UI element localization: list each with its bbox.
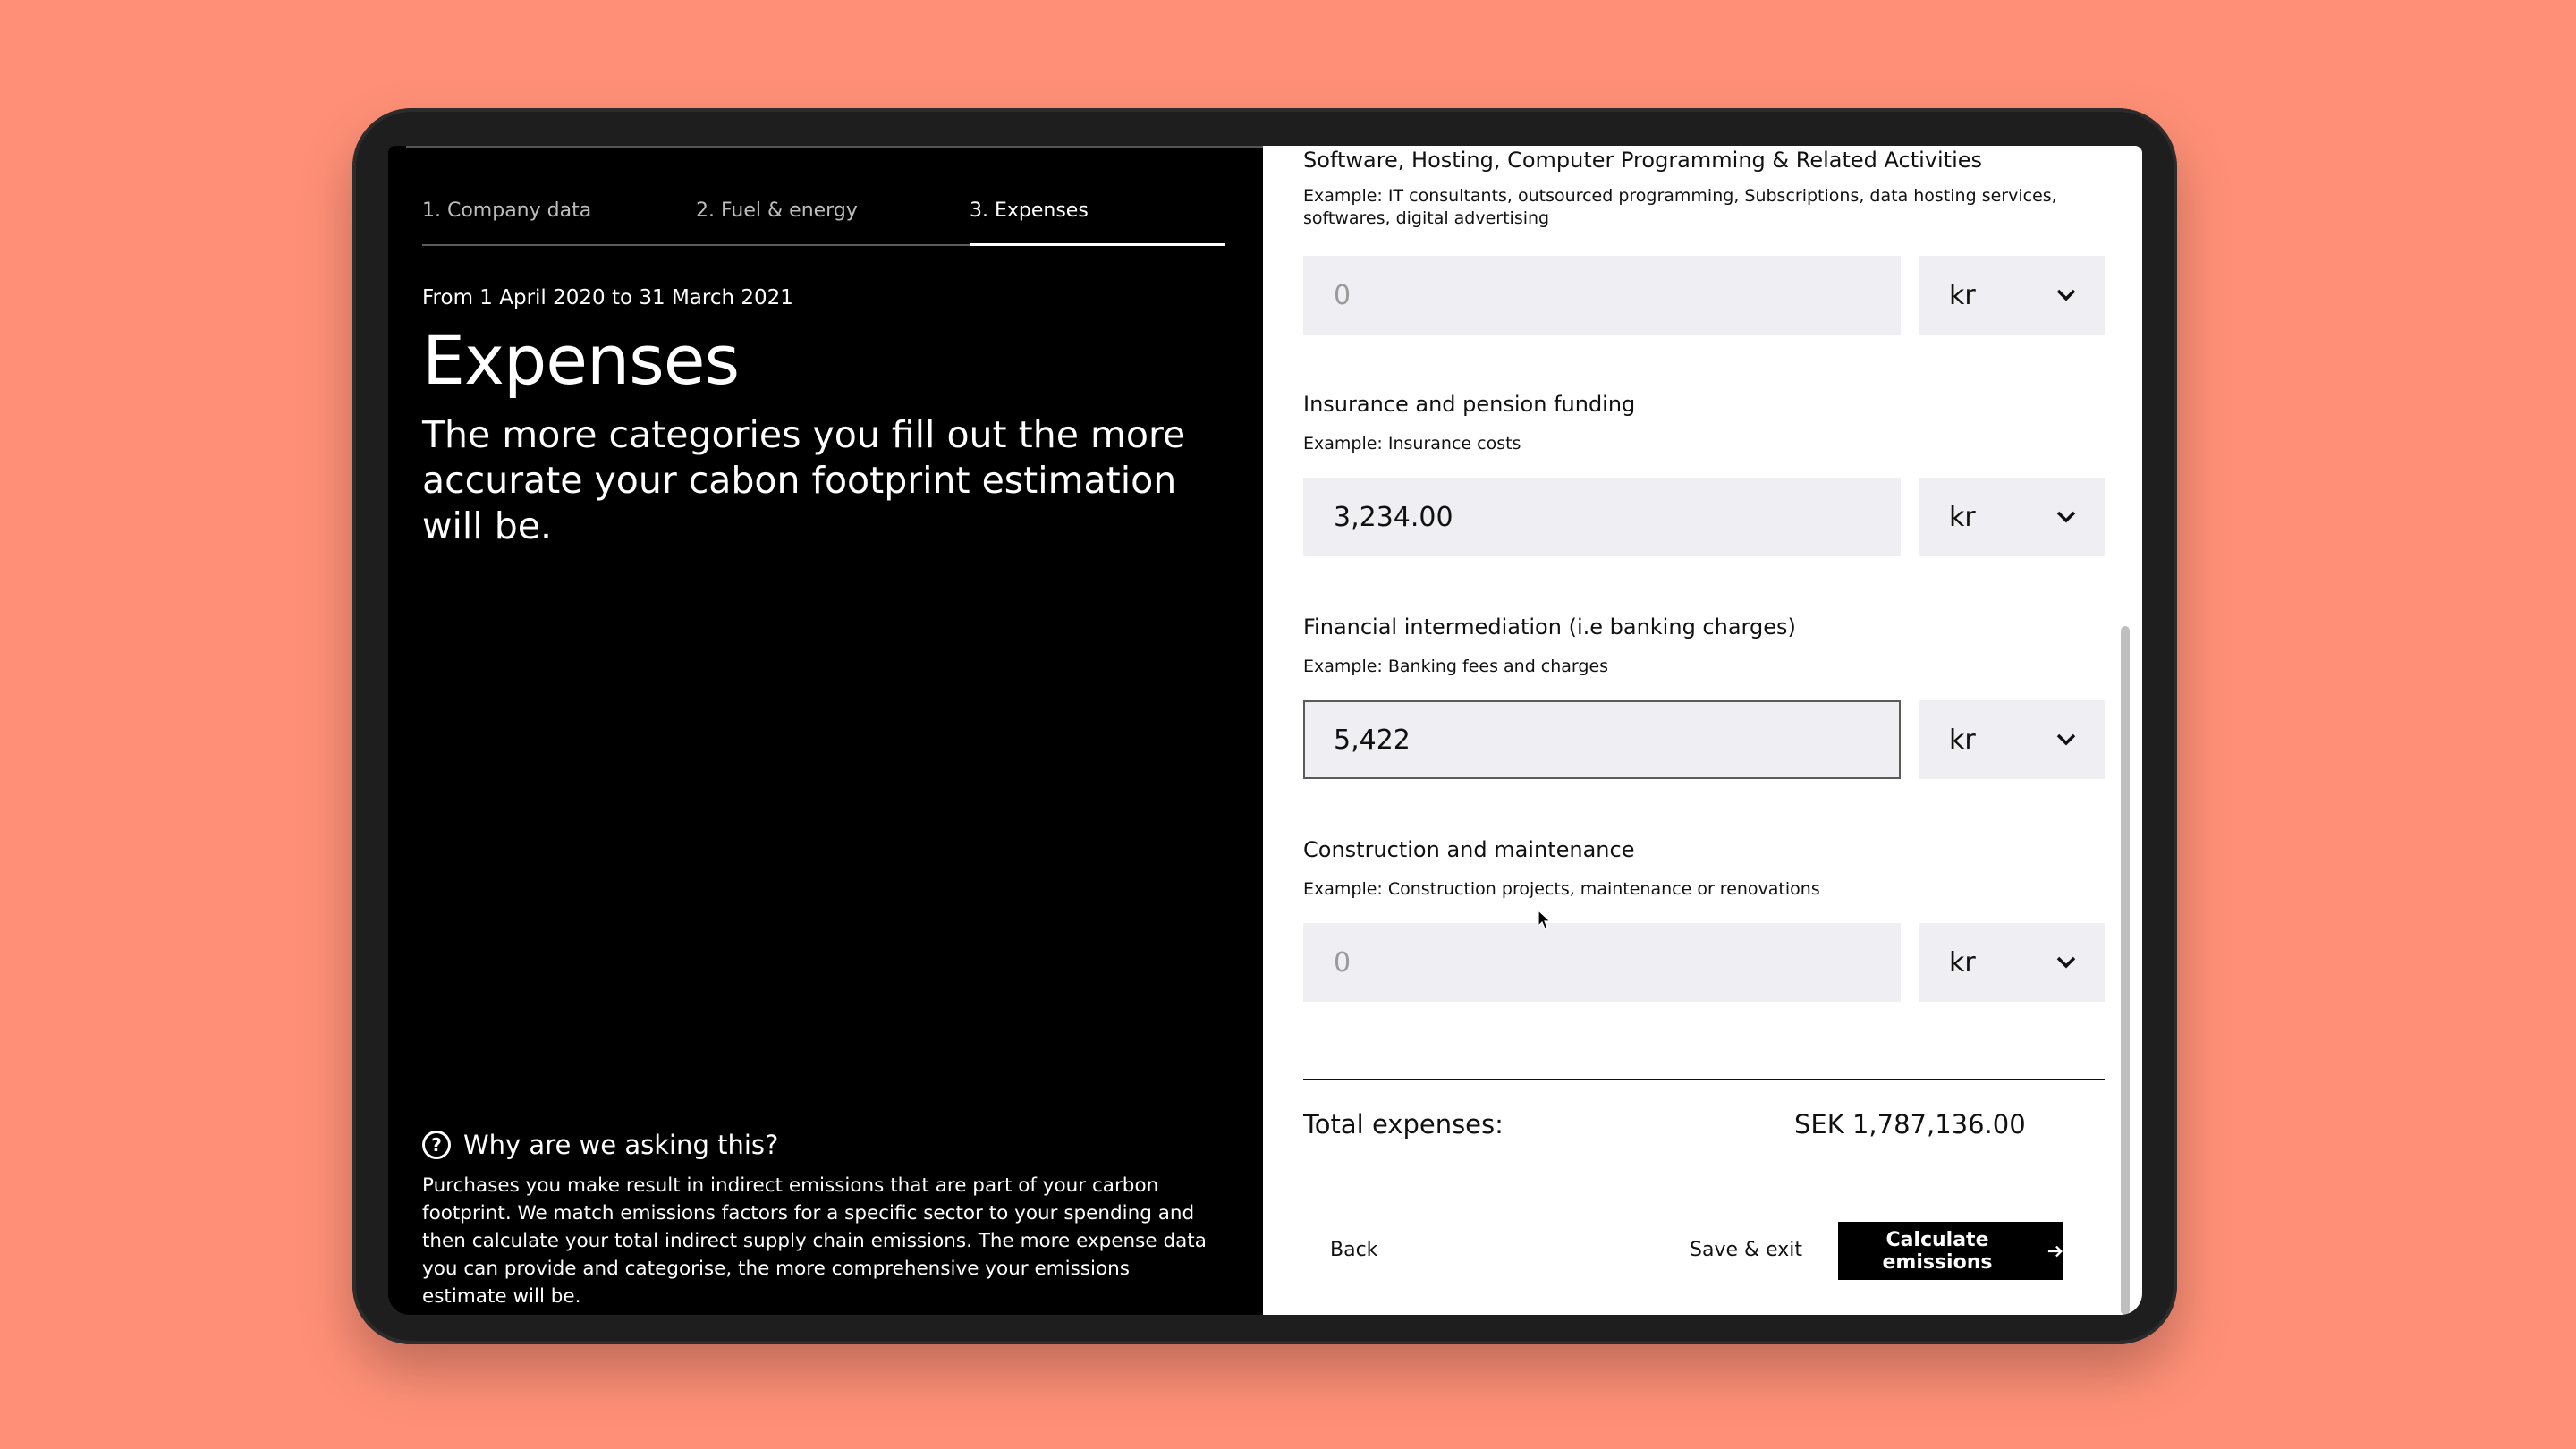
field-row: kr [1303, 256, 2105, 335]
chevron-down-icon [2056, 733, 2076, 746]
scrollbar[interactable] [2121, 626, 2130, 1315]
reporting-period: From 1 April 2020 to 31 March 2021 [422, 286, 793, 309]
currency-select[interactable]: kr [1919, 478, 2105, 556]
total-label: Total expenses: [1303, 1109, 1504, 1140]
help-text: Purchases you make result in indirect em… [422, 1174, 1207, 1308]
field-label: Financial intermediation (i.e banking ch… [1303, 614, 1796, 640]
currency-select[interactable]: kr [1919, 923, 2105, 1002]
step-tabs: 1. Company data 2. Fuel & energy 3. Expe… [422, 199, 1225, 246]
calculate-emissions-button[interactable]: Calculate emissions [1838, 1222, 2063, 1280]
field-construction: Construction and maintenance Example: Co… [1303, 837, 2105, 1002]
currency-value: kr [1949, 724, 1976, 756]
tab-company-data[interactable]: 1. Company data [422, 199, 591, 244]
chevron-down-icon [2056, 289, 2076, 301]
currency-value: kr [1949, 279, 1976, 311]
field-example: Example: Construction projects, maintena… [1303, 879, 1820, 899]
construction-amount-input[interactable] [1303, 923, 1901, 1002]
total-divider [1303, 1079, 2105, 1080]
field-label: Insurance and pension funding [1303, 392, 1636, 417]
chevron-down-icon [2056, 956, 2076, 969]
field-label: Software, Hosting, Computer Programming … [1303, 148, 1982, 173]
field-label: Construction and maintenance [1303, 837, 1635, 862]
calculate-label: Calculate emissions [1882, 1228, 1993, 1274]
software-amount-input[interactable] [1303, 256, 1901, 335]
tab-expenses[interactable]: 3. Expenses [970, 199, 1225, 246]
help-heading: ? Why are we asking this? [422, 1130, 778, 1160]
currency-value: kr [1949, 946, 1976, 979]
field-example: Example: Insurance costs [1303, 434, 1521, 453]
expenses-form: Software, Hosting, Computer Programming … [1263, 146, 2142, 1315]
field-software: Software, Hosting, Computer Programming … [1303, 148, 2105, 335]
field-row: kr [1303, 478, 2105, 556]
currency-select[interactable]: kr [1919, 700, 2105, 779]
field-insurance: Insurance and pension funding Example: I… [1303, 392, 2105, 556]
field-row: kr [1303, 923, 2105, 1002]
tab-fuel-energy[interactable]: 2. Fuel & energy [696, 199, 858, 244]
currency-value: kr [1949, 501, 1976, 533]
insurance-amount-input[interactable] [1303, 478, 1901, 556]
total-value: SEK 1,787,136.00 [1794, 1109, 2026, 1140]
app-screen: 1. Company data 2. Fuel & energy 3. Expe… [388, 146, 2142, 1315]
back-button[interactable]: Back [1330, 1239, 1377, 1261]
field-row: kr [1303, 700, 2105, 779]
page-lead: The more categories you fill out the mor… [422, 413, 1186, 547]
page-title: Expenses [422, 320, 740, 400]
field-financial: Financial intermediation (i.e banking ch… [1303, 614, 2105, 779]
help-title: Why are we asking this? [463, 1130, 779, 1160]
chevron-down-icon [2056, 511, 2076, 523]
financial-amount-input[interactable] [1303, 700, 1901, 779]
field-example: Example: IT consultants, outsourced prog… [1303, 186, 2057, 228]
field-example: Example: Banking fees and charges [1303, 657, 1609, 676]
currency-select[interactable]: kr [1919, 256, 2105, 335]
mouse-cursor-icon [1538, 910, 1552, 929]
question-circle-icon: ? [422, 1131, 451, 1159]
save-exit-button[interactable]: Save & exit [1690, 1239, 1802, 1261]
info-panel: 1. Company data 2. Fuel & energy 3. Expe… [388, 146, 1263, 1315]
arrow-right-icon [2047, 1245, 2063, 1257]
